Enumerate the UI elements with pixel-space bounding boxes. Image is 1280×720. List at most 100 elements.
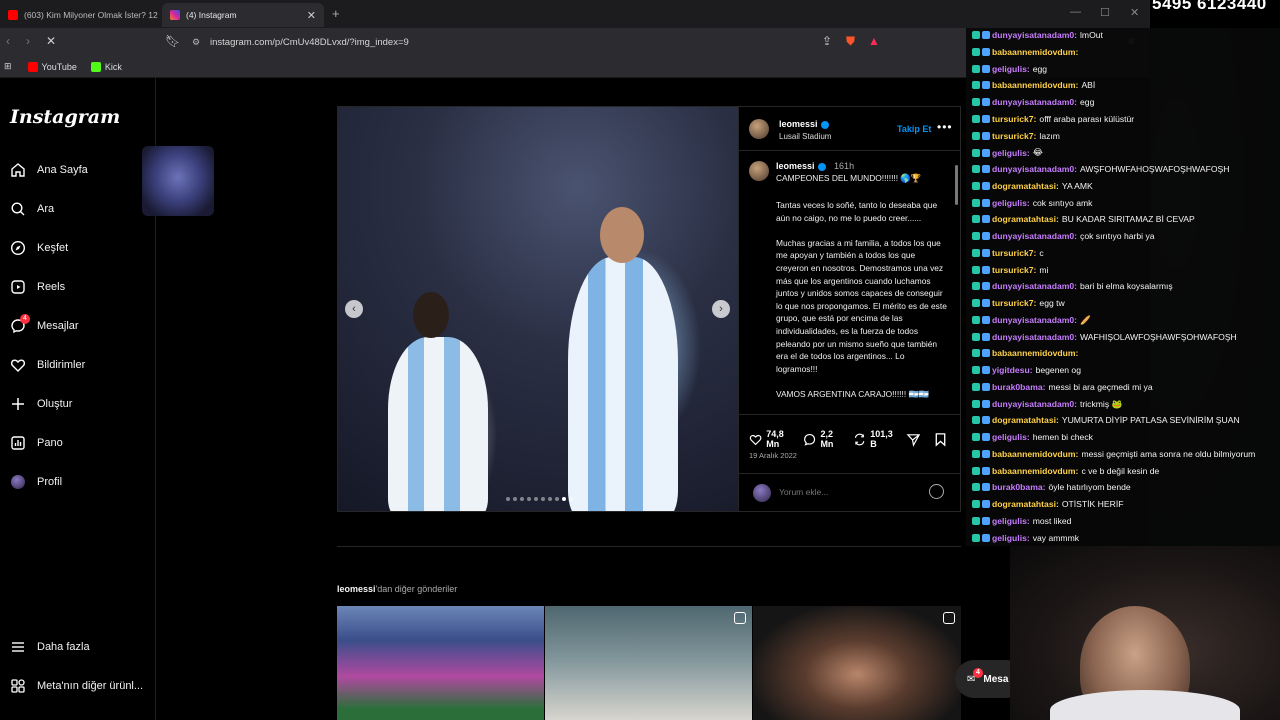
chat-username[interactable]: burak0bama: [992,482,1046,492]
nav-reels[interactable]: Reels [10,279,65,295]
more-options-icon[interactable]: ••• [937,120,953,134]
post-image[interactable]: ‹ › [338,107,738,511]
chat-text: c ve b değil kesin de [1081,465,1160,476]
chat-username[interactable]: dunyayisatanadam0: [992,97,1077,107]
more-from-username[interactable]: leomessi [337,584,376,594]
chat-username[interactable]: babaannemidovdum: [992,47,1078,57]
chat-username[interactable]: geligulis: [992,533,1030,543]
chat-username[interactable]: dunyayisatanadam0: [992,164,1077,174]
chat-message: dunyayisatanadam0: bari bi elma koysalarm… [972,281,1173,291]
comment-button[interactable]: 2,2 Mn [803,429,845,449]
nav-more[interactable]: Daha fazla [10,639,90,655]
chat-username[interactable]: geligulis: [992,198,1030,208]
carousel-next-button[interactable]: › [712,300,730,318]
chat-username[interactable]: tursurick7: [992,248,1036,258]
chat-username[interactable]: dunyayisatanadam0: [992,281,1077,291]
nav-home[interactable]: Ana Sayfa [10,162,88,178]
chat-username[interactable]: babaannemidovdum: [992,466,1078,476]
post-thumbnail[interactable] [545,606,752,720]
chat-username[interactable]: tursurick7: [992,265,1036,275]
youtube-favicon-icon [8,10,18,20]
stop-icon[interactable]: ✕ [46,34,56,48]
chat-username[interactable]: dogramatahtasi: [992,499,1059,509]
back-icon[interactable]: ‹ [6,34,10,48]
chat-username[interactable]: geligulis: [992,64,1030,74]
chat-username[interactable]: babaannemidovdum: [992,348,1078,358]
chat-username[interactable]: geligulis: [992,516,1030,526]
chat-username[interactable]: dunyayisatanadam0: [992,399,1077,409]
like-button[interactable]: 74,8 Mn [749,429,795,449]
chat-username[interactable]: dogramatahtasi: [992,214,1059,224]
apps-icon[interactable]: ⊞ [4,61,12,72]
nav-profile[interactable]: Profil [10,474,62,490]
chat-username[interactable]: yigitdesu: [992,365,1033,375]
chat-text: 🥖 [1080,314,1091,325]
minimize-icon[interactable]: — [1070,6,1081,18]
chat-username[interactable]: babaannemidovdum: [992,449,1078,459]
chat-username[interactable]: dunyayisatanadam0: [992,30,1077,40]
chat-text: messi bi ara geçmedi mi ya [1048,381,1153,392]
share-icon[interactable]: ⇪ [822,34,832,48]
post-location[interactable]: Lusail Stadium [779,132,831,141]
chat-username[interactable]: tursurick7: [992,131,1036,141]
nav-dashboard[interactable]: Pano [10,435,63,451]
post-thumbnail[interactable] [337,606,544,720]
chat-username[interactable]: burak0bama: [992,382,1046,392]
chat-username[interactable]: dunyayisatanadam0: [992,315,1077,325]
carousel-prev-button[interactable]: ‹ [345,300,363,318]
chat-badge-icon [972,131,980,140]
phone-number-overlay: 5495 6123440 [1152,0,1267,13]
chat-username[interactable]: dogramatahtasi: [992,415,1059,425]
tab-youtube[interactable]: (603) Kim Milyoner Olmak İster? 120... [0,3,158,27]
author-avatar[interactable] [749,119,769,139]
post-date: 19 Aralık 2022 [749,451,797,460]
post-thumbnail[interactable] [753,606,961,720]
chat-message: geligulis: most liked [972,516,1071,526]
new-tab-icon[interactable]: + [332,6,340,21]
bookmark-youtube[interactable]: YouTube [27,61,77,72]
chat-message: burak0bama: öyle hatırlıyom bende [972,482,1131,492]
chat-badge-icon [982,433,990,441]
bookmark-kick[interactable]: Kick [90,61,122,72]
tab-instagram[interactable]: (4) Instagram ✕ [162,3,324,27]
caption-avatar[interactable] [749,161,769,181]
caption-scrollbar[interactable] [955,165,958,205]
repost-button[interactable]: 101,3 B [853,429,898,449]
chat-username[interactable]: tursurick7: [992,298,1036,308]
maximize-icon[interactable]: ☐ [1100,6,1110,19]
brave-shield-icon[interactable]: ⛊ [846,34,855,49]
current-user-avatar [753,484,771,502]
nav-messages[interactable]: 4 Mesajlar [10,314,79,334]
instagram-logo[interactable]: Instagram [10,106,120,128]
close-window-icon[interactable]: ✕ [1130,6,1139,19]
site-info-icon[interactable]: ⚙ [192,37,200,48]
nav-create[interactable]: Oluştur [10,396,72,412]
chat-message: babaannemidovdum: messi geçmişti ama sonr… [972,449,1255,459]
chat-username[interactable]: dunyayisatanadam0: [992,231,1077,241]
close-tab-icon[interactable]: ✕ [307,9,316,22]
chat-username[interactable]: dogramatahtasi: [992,181,1059,191]
nav-notifications[interactable]: Bildirimler [10,357,85,373]
caption-username[interactable]: leomessi 161h [776,161,854,171]
nav-search[interactable]: Ara [10,201,54,217]
nav-meta-apps[interactable]: Meta'nın diğer ürünl... [10,678,143,694]
follow-button[interactable]: Takip Et [897,124,931,134]
emoji-icon[interactable] [929,484,944,499]
comment-input[interactable] [779,487,919,497]
chat-username[interactable]: tursurick7: [992,114,1036,124]
chat-username[interactable]: geligulis: [992,148,1030,158]
chat-username[interactable]: dunyayisatanadam0: [992,332,1077,342]
chat-text: cok sıntıyo amk [1032,197,1093,208]
forward-icon[interactable]: › [26,34,30,48]
brave-rewards-icon[interactable]: ▲ [868,34,880,48]
share-button[interactable] [906,432,925,447]
chat-badge-icon [972,516,980,525]
chat-message: yigitdesu: begenen og [972,365,1081,375]
url-field[interactable]: ⚙ instagram.com/p/CmUv48DLvxd/?img_index… [160,32,885,52]
chat-username[interactable]: geligulis: [992,432,1030,442]
chat-username[interactable]: babaannemidovdum: [992,80,1078,90]
save-button[interactable] [933,432,952,447]
author-username[interactable]: leomessi [779,119,829,129]
nav-explore[interactable]: Keşfet [10,240,68,256]
chat-text: AWŞFOHWFAHOŞWAFOŞHWAFOŞH [1080,164,1230,174]
